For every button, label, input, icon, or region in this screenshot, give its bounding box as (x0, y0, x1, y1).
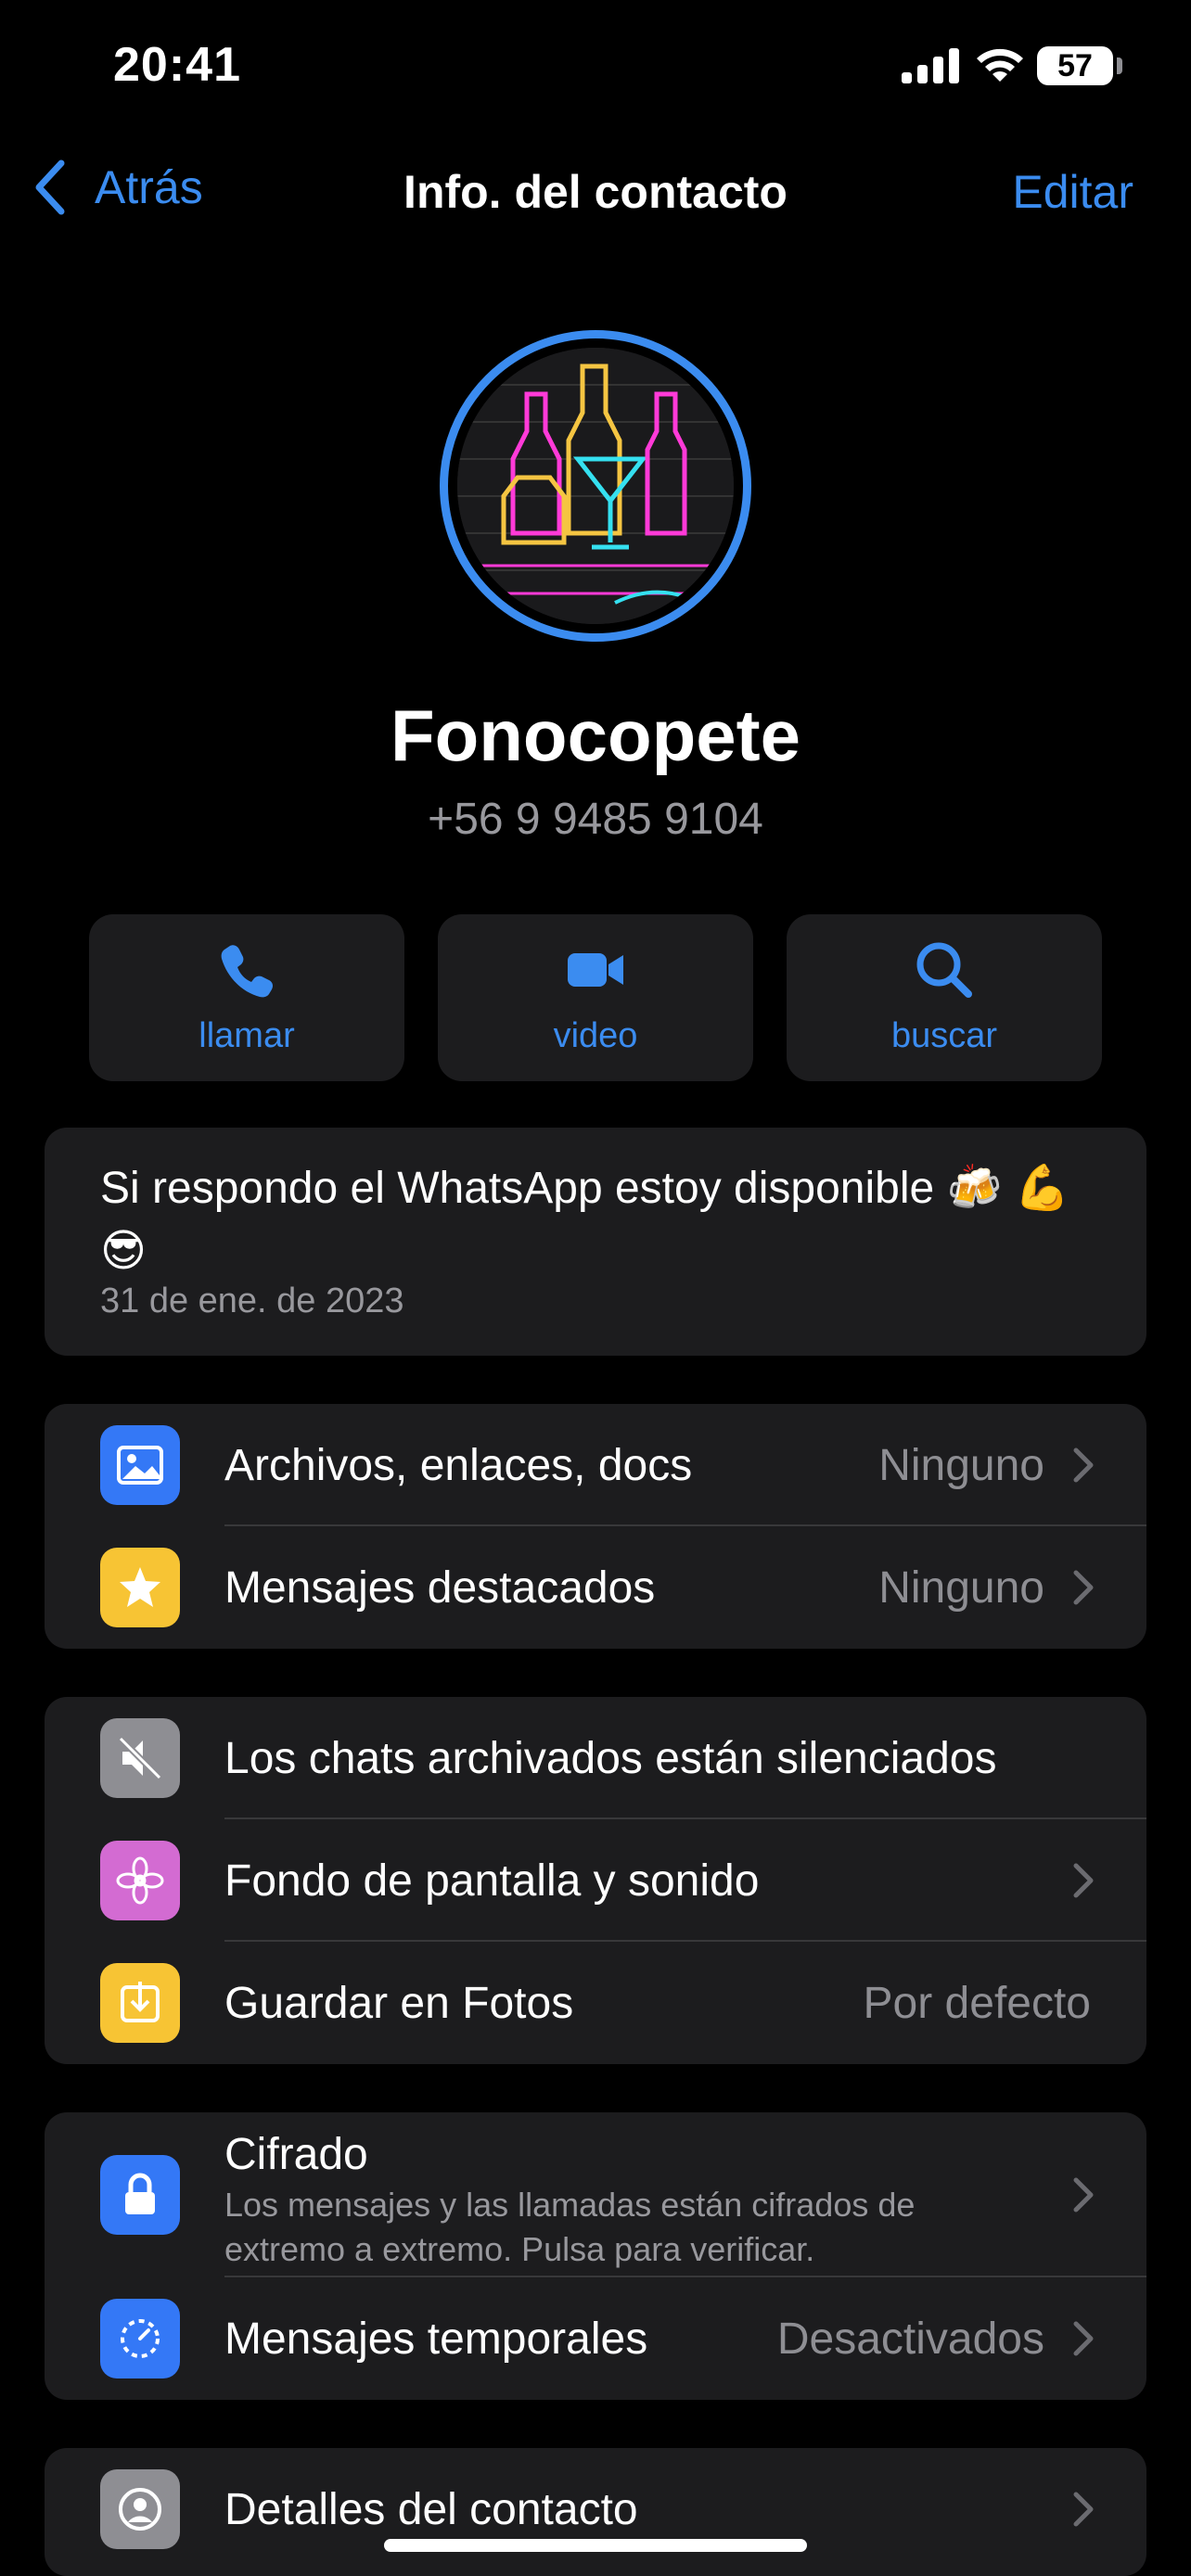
battery-level: 57 (1057, 47, 1093, 83)
star-icon (100, 1548, 180, 1627)
battery-tip (1117, 57, 1122, 74)
row-value: Por defecto (863, 1978, 1091, 2028)
about-card[interactable]: Si respondo el WhatsApp estoy disponible… (45, 1128, 1146, 1356)
battery-icon: 57 (1037, 46, 1113, 85)
row-archived-muted[interactable]: Los chats archivados están silenciados (45, 1697, 1146, 1819)
row-label: Mensajes destacados (224, 1562, 656, 1613)
settings-group: Los chats archivados están silenciados F… (45, 1697, 1146, 2064)
row-label: Detalles del contacto (224, 2484, 638, 2534)
row-wallpaper-sound[interactable]: Fondo de pantalla y sonido (45, 1819, 1146, 1942)
details-group: Detalles del contacto (45, 2448, 1146, 2576)
contact-name: Fonocopete (391, 695, 800, 776)
call-button[interactable]: llamar (89, 914, 404, 1081)
photo-icon (100, 1425, 180, 1505)
mute-icon (100, 1718, 180, 1798)
contact-phone: +56 9 9485 9104 (428, 795, 763, 844)
chevron-right-icon (1073, 1447, 1094, 1483)
about-date: 31 de ene. de 2023 (100, 1282, 404, 1320)
video-button[interactable]: video (438, 914, 753, 1081)
row-label: Mensajes temporales (224, 2314, 648, 2364)
row-files-links-docs[interactable]: Archivos, enlaces, docs Ninguno (45, 1404, 1146, 1526)
media-group: Archivos, enlaces, docs Ninguno Mensajes… (45, 1404, 1146, 1649)
chevron-right-icon (1073, 2492, 1094, 2527)
chevron-right-icon (1073, 2321, 1094, 2356)
avatar[interactable] (440, 330, 751, 642)
row-value: Desactivados (776, 2314, 1044, 2364)
lock-icon (100, 2155, 180, 2235)
neon-bottles-logo (457, 348, 734, 624)
row-value: Ninguno (878, 1562, 1044, 1613)
search-icon (916, 942, 972, 998)
contact-icon (100, 2469, 180, 2549)
home-indicator[interactable] (384, 2539, 807, 2552)
about-text: Si respondo el WhatsApp estoy disponible… (100, 1164, 1070, 1276)
search-button[interactable]: buscar (787, 914, 1102, 1081)
call-label: llamar (198, 1015, 295, 1055)
row-encryption[interactable]: Cifrado Los mensajes y las llamadas está… (45, 2112, 1146, 2277)
privacy-group: Cifrado Los mensajes y las llamadas está… (45, 2112, 1146, 2400)
flower-icon (100, 1841, 180, 1920)
phone-icon (221, 944, 273, 997)
encryption-subtitle: Los mensajes y las llamadas están cifrad… (224, 2186, 916, 2268)
row-label: Cifrado (224, 2130, 368, 2179)
search-label: buscar (890, 1015, 998, 1055)
chevron-right-icon (1073, 2177, 1094, 2213)
status-time: 20:41 (113, 38, 241, 92)
row-value: Ninguno (878, 1440, 1044, 1490)
row-label: Guardar en Fotos (224, 1978, 574, 2028)
chevron-right-icon (1073, 1863, 1094, 1898)
row-save-to-photos[interactable]: Guardar en Fotos Por defecto (45, 1942, 1146, 2064)
wifi-icon (977, 48, 1023, 82)
row-starred-messages[interactable]: Mensajes destacados Ninguno (45, 1526, 1146, 1649)
avatar-image (457, 348, 734, 624)
row-disappearing-messages[interactable]: Mensajes temporales Desactivados (45, 2277, 1146, 2400)
chevron-right-icon (1073, 1570, 1094, 1605)
edit-button[interactable]: Editar (1012, 165, 1133, 219)
row-contact-details[interactable]: Detalles del contacto (45, 2448, 1146, 2570)
video-label: video (553, 1015, 638, 1055)
cellular-signal-icon (902, 48, 959, 83)
row-label: Archivos, enlaces, docs (224, 1440, 693, 1490)
timer-icon (100, 2299, 180, 2378)
row-label: Los chats archivados están silenciados (224, 1733, 997, 1783)
download-icon (100, 1963, 180, 2043)
video-icon (568, 952, 623, 987)
row-label: Fondo de pantalla y sonido (224, 1855, 760, 1906)
